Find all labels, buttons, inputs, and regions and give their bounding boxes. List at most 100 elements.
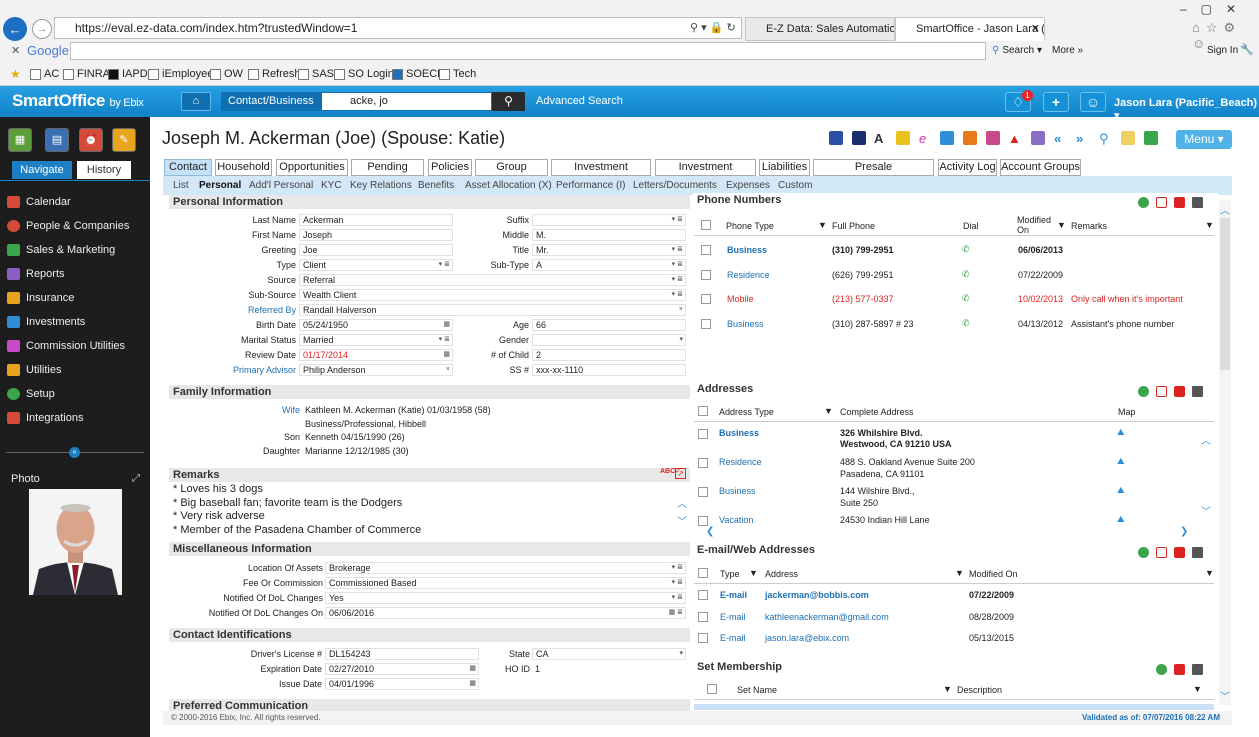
- subtab-performance[interactable]: Performance (I): [556, 180, 625, 191]
- toolbar-icon-7[interactable]: [963, 131, 977, 145]
- select-all-checkbox[interactable]: [707, 684, 717, 694]
- calendar-icon[interactable]: ▦: [443, 320, 450, 330]
- double-left-icon[interactable]: «: [1054, 131, 1068, 146]
- word-icon[interactable]: [1031, 131, 1045, 145]
- chevron-left-icon[interactable]: ❮: [706, 526, 714, 537]
- phone-type[interactable]: Residence: [727, 270, 770, 280]
- trash-icon[interactable]: [1174, 664, 1185, 675]
- location-assets-select[interactable]: Brokerage ▾ ≣: [325, 562, 686, 574]
- dol-on-field[interactable]: 06/06/2016 ▦ ≣: [325, 607, 686, 619]
- calendar-shortcut-icon[interactable]: ▦: [8, 128, 32, 152]
- calendar-icon[interactable]: ▦: [469, 664, 476, 674]
- email-address[interactable]: jackerman@bobbis.com: [765, 590, 869, 600]
- filter-icon[interactable]: ▼: [1193, 684, 1202, 694]
- search-category-select[interactable]: Contact/Business ▾: [221, 92, 321, 126]
- sidebar-item-reports[interactable]: Reports: [7, 268, 65, 280]
- col-phone-type[interactable]: Phone Type: [726, 221, 774, 231]
- fav-ow[interactable]: OW: [210, 68, 243, 80]
- toolbar-icon-8[interactable]: [986, 131, 1000, 145]
- filter-icon[interactable]: ▼: [1205, 568, 1214, 578]
- dol-select[interactable]: Yes ▾ ≣: [325, 592, 686, 604]
- referred-by-link[interactable]: Referred By: [208, 305, 296, 315]
- search-icon[interactable]: ⚲: [1099, 131, 1113, 146]
- tab-navigate[interactable]: Navigate: [12, 161, 72, 179]
- map-icon[interactable]: ⛰: [1117, 485, 1125, 496]
- row-checkbox[interactable]: [698, 487, 708, 497]
- phone-dial-icon[interactable]: ✆: [962, 293, 970, 304]
- tab-investment-positions[interactable]: Investment Positions: [655, 159, 756, 188]
- note-icon[interactable]: [1121, 131, 1135, 145]
- expiration-date-field[interactable]: 02/27/2010 ▦: [325, 663, 479, 675]
- col-full-phone[interactable]: Full Phone: [832, 221, 875, 231]
- add-icon[interactable]: [1156, 664, 1167, 675]
- state-select[interactable]: CA ▾: [532, 648, 686, 660]
- expand-photo-icon[interactable]: ⤢: [132, 473, 140, 484]
- chevron-up-icon[interactable]: ︿: [1201, 432, 1211, 447]
- tab-contact[interactable]: Contact: [164, 159, 212, 176]
- col-complete-address[interactable]: Complete Address: [840, 407, 914, 417]
- sidebar-item-calendar[interactable]: Calendar: [7, 196, 71, 208]
- save-icon[interactable]: [1144, 131, 1158, 145]
- more-button[interactable]: More »: [1052, 45, 1083, 56]
- list-icon[interactable]: [1192, 664, 1203, 675]
- add-button[interactable]: +: [1043, 92, 1069, 112]
- sidebar-item-sales[interactable]: Sales & Marketing: [7, 244, 115, 256]
- filter-icon[interactable]: ▼: [1057, 220, 1066, 230]
- phone-dial-icon[interactable]: ✆: [962, 318, 970, 329]
- address-hscroll[interactable]: [694, 527, 1194, 538]
- title-select[interactable]: Mr. ▾ ≣: [532, 244, 686, 256]
- advanced-search-link[interactable]: Advanced Search: [536, 95, 623, 107]
- map-icon[interactable]: ⛰: [1117, 456, 1125, 467]
- schedule-shortcut-icon[interactable]: ▤: [45, 128, 69, 152]
- chevron-right-icon[interactable]: ❯: [1180, 526, 1188, 537]
- greeting-field[interactable]: Joe: [299, 244, 453, 256]
- toolbar-icon-2[interactable]: [852, 131, 866, 145]
- row-checkbox[interactable]: [698, 633, 708, 643]
- wife-link[interactable]: Wife: [240, 405, 300, 415]
- map-icon[interactable]: ⛰: [1117, 514, 1125, 525]
- favorites-star-icon[interactable]: ★: [10, 67, 21, 81]
- subsource-select[interactable]: Wealth Client ▾ ≣: [299, 289, 686, 301]
- ssn-field[interactable]: xxx-xx-1110: [532, 364, 686, 376]
- phone-type[interactable]: Business: [727, 245, 767, 255]
- fee-commission-select[interactable]: Commissioned Based ▾ ≣: [325, 577, 686, 589]
- sidebar-item-commission[interactable]: Commission Utilities: [7, 340, 125, 352]
- chevron-up-icon[interactable]: ︿: [677, 495, 687, 510]
- tab-household[interactable]: Household: [215, 159, 272, 176]
- children-field[interactable]: 2: [532, 349, 686, 361]
- row-checkbox[interactable]: [698, 429, 708, 439]
- col-modified-on[interactable]: Modified On: [1017, 215, 1055, 235]
- row-checkbox[interactable]: [701, 319, 711, 329]
- add-icon[interactable]: [1138, 547, 1149, 558]
- google-search-input[interactable]: [70, 42, 986, 60]
- calendar-icon[interactable]: [1156, 386, 1167, 397]
- sidebar-item-investments[interactable]: Investments: [7, 316, 85, 328]
- toolbar-icon-6[interactable]: [940, 131, 954, 145]
- toolbar-icon-1[interactable]: [829, 131, 843, 145]
- subtype-select[interactable]: A ▾ ≣: [532, 259, 686, 271]
- fav-refresh[interactable]: Refresh: [248, 68, 301, 80]
- calendar-icon[interactable]: ▦: [469, 679, 476, 689]
- trash-icon[interactable]: [1174, 197, 1185, 208]
- filter-icon[interactable]: ▼: [955, 568, 964, 578]
- add-icon[interactable]: [1138, 197, 1149, 208]
- fav-so-login[interactable]: SO Login: [334, 68, 394, 80]
- menu-button[interactable]: Menu ▾: [1176, 130, 1232, 149]
- phone-dial-icon[interactable]: ✆: [962, 244, 970, 255]
- chevron-down-icon[interactable]: ﹀: [1220, 688, 1230, 703]
- tab-history[interactable]: History: [77, 161, 131, 179]
- list-icon[interactable]: [1192, 386, 1203, 397]
- fav-finra[interactable]: FINRA: [63, 68, 110, 80]
- calendar-icon[interactable]: ▦ ≣: [669, 608, 683, 618]
- clear-icon[interactable]: ×: [679, 305, 683, 315]
- google-search-button[interactable]: ⚲ Search ▾: [992, 45, 1042, 56]
- subtab-benefits[interactable]: Benefits: [418, 180, 454, 191]
- phone-type[interactable]: Mobile: [727, 294, 754, 304]
- alarm-shortcut-icon[interactable]: ⏰: [79, 128, 103, 152]
- phone-dial-icon[interactable]: ✆: [962, 269, 970, 280]
- filter-icon[interactable]: ▼: [749, 568, 758, 578]
- contact-search-input[interactable]: acke, jo: [321, 92, 492, 111]
- review-date-field[interactable]: 01/17/2014 ▦: [299, 349, 453, 361]
- close-toolbar-icon[interactable]: ✕: [11, 44, 20, 57]
- tab-account-groups[interactable]: Account Groups: [1000, 159, 1081, 176]
